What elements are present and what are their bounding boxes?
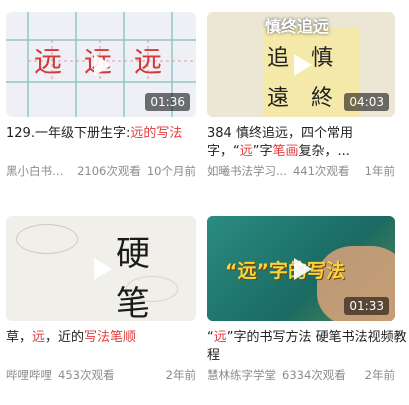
upload-time: 1年前 (364, 164, 395, 178)
play-icon[interactable] (86, 254, 116, 284)
video-grid: 远 远 远 01:36 129.一年级下册生字:远的写法 黑小白书法学... 2… (0, 0, 409, 405)
video-title[interactable]: 草，远，近的写法笔顺 (6, 329, 196, 365)
upload-time: 2年前 (364, 368, 395, 382)
play-icon[interactable] (286, 50, 316, 80)
thumbnail-char: 硬 (116, 234, 150, 274)
video-title[interactable]: “远”字的书写方法 硬笔书法视频教程 (207, 329, 409, 365)
channel-name[interactable]: 黑小白书法学... (6, 163, 71, 179)
video-card[interactable]: 慎终追远 追 慎 遠 終 04:03 384 慎终追远，四个常用字，“远”字笔画… (207, 12, 409, 179)
video-meta: 慧林练字学堂 6334次观看 2年前 (207, 367, 409, 383)
video-card[interactable]: 远 远 远 01:36 129.一年级下册生字:远的写法 黑小白书法学... 2… (6, 12, 196, 179)
video-card[interactable]: 硬 笔 草，远，近的写法笔顺 哔哩哔哩 453次观看 2年前 (6, 216, 196, 383)
video-duration: 01:33 (344, 297, 389, 315)
cloud-decoration (16, 224, 78, 254)
upload-time: 2年前 (165, 368, 196, 382)
thumbnail-char: 远 (134, 45, 163, 78)
video-title[interactable]: 384 慎终追远，四个常用字，“远”字笔画复杂，... (207, 125, 409, 161)
view-count: 6334次观看 (282, 368, 346, 382)
channel-name[interactable]: 哔哩哔哩 (6, 367, 52, 383)
thumbnail-banner: “远”字的写法 (225, 260, 345, 282)
video-thumbnail[interactable]: 远 远 远 01:36 (6, 12, 196, 117)
video-duration: 01:36 (145, 93, 190, 111)
video-card[interactable]: “远”字的写法 01:33 “远”字的书写方法 硬笔书法视频教程 慧林练字学堂 … (207, 216, 409, 383)
video-duration: 04:03 (344, 93, 389, 111)
video-thumbnail[interactable]: 慎终追远 追 慎 遠 終 04:03 (207, 12, 395, 117)
channel-name[interactable]: 慧林练字学堂 (207, 367, 276, 383)
channel-name[interactable]: 如曦书法学习... (207, 163, 287, 179)
video-meta: 如曦书法学习... 441次观看 1年前 (207, 163, 409, 179)
play-icon[interactable] (86, 50, 116, 80)
thumbnail-char: 笔 (116, 284, 150, 321)
thumbnail-char: 遠 (267, 86, 290, 111)
view-count: 2106次观看 (77, 164, 141, 178)
video-thumbnail[interactable]: 硬 笔 (6, 216, 196, 321)
thumbnail-banner: 慎终追远 (265, 17, 330, 36)
thumbnail-char: 終 (311, 86, 334, 111)
video-meta: 哔哩哔哩 453次观看 2年前 (6, 367, 196, 383)
video-meta: 黑小白书法学... 2106次观看 10个月前 (6, 163, 196, 179)
video-title[interactable]: 129.一年级下册生字:远的写法 (6, 125, 196, 161)
view-count: 453次观看 (58, 368, 115, 382)
video-thumbnail[interactable]: “远”字的写法 01:33 (207, 216, 395, 321)
upload-time: 10个月前 (146, 164, 196, 178)
view-count: 441次观看 (292, 164, 350, 178)
thumbnail-char: 远 (34, 45, 63, 78)
play-icon[interactable] (286, 254, 316, 284)
